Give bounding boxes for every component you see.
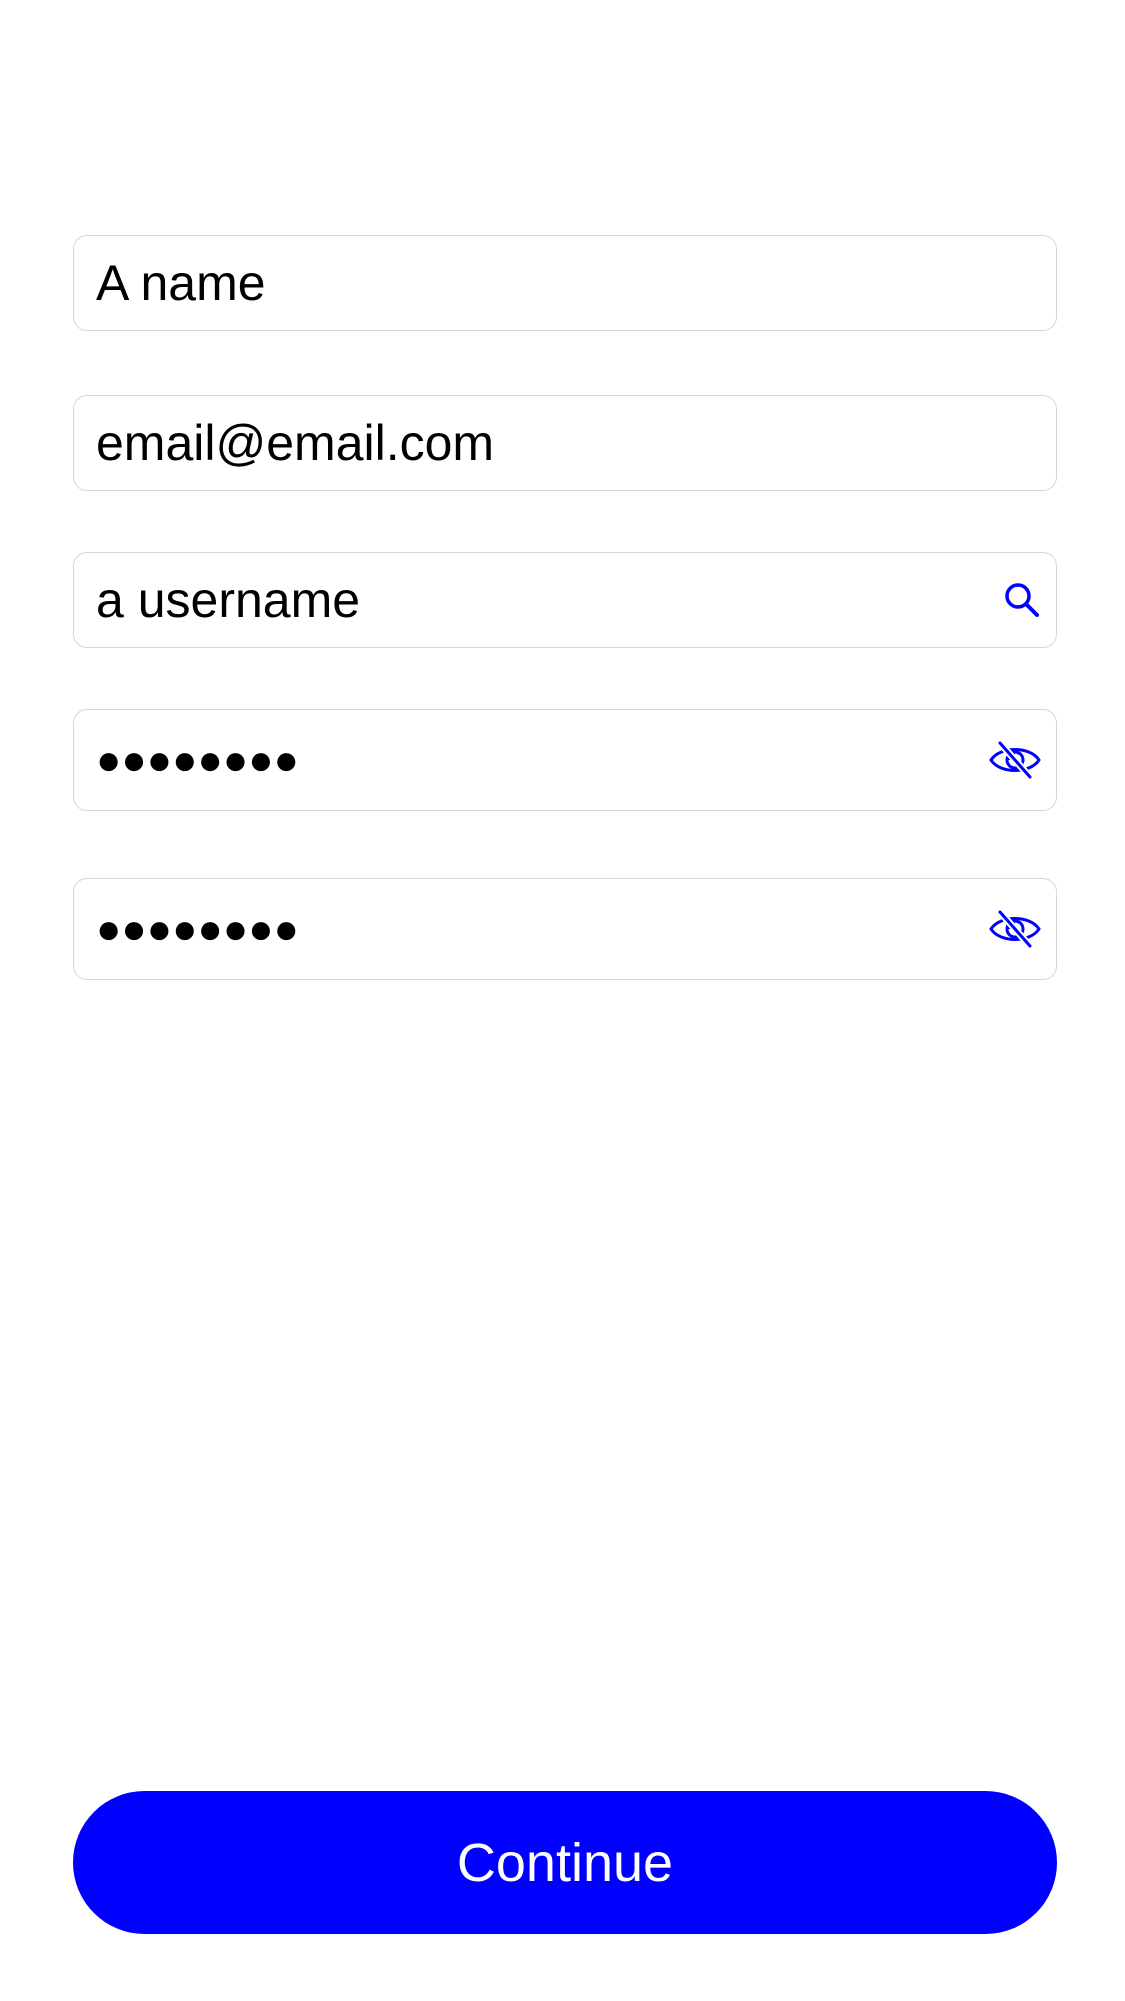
- password-value: ●●●●●●●●: [96, 736, 299, 783]
- eye-slash-icon[interactable]: [988, 740, 1042, 780]
- email-value: email@email.com: [96, 415, 495, 471]
- confirm-password-value: ●●●●●●●●: [96, 905, 299, 952]
- continue-button[interactable]: Continue: [73, 1791, 1057, 1934]
- username-value: a username: [96, 572, 361, 628]
- username-field[interactable]: a username: [73, 552, 1057, 648]
- confirm-password-field[interactable]: ●●●●●●●●: [73, 878, 1057, 980]
- name-value: A name: [96, 255, 266, 311]
- email-field[interactable]: email@email.com: [73, 395, 1057, 491]
- password-field[interactable]: ●●●●●●●●: [73, 709, 1057, 811]
- search-icon[interactable]: [1002, 580, 1042, 620]
- eye-slash-icon[interactable]: [988, 909, 1042, 949]
- name-field[interactable]: A name: [73, 235, 1057, 331]
